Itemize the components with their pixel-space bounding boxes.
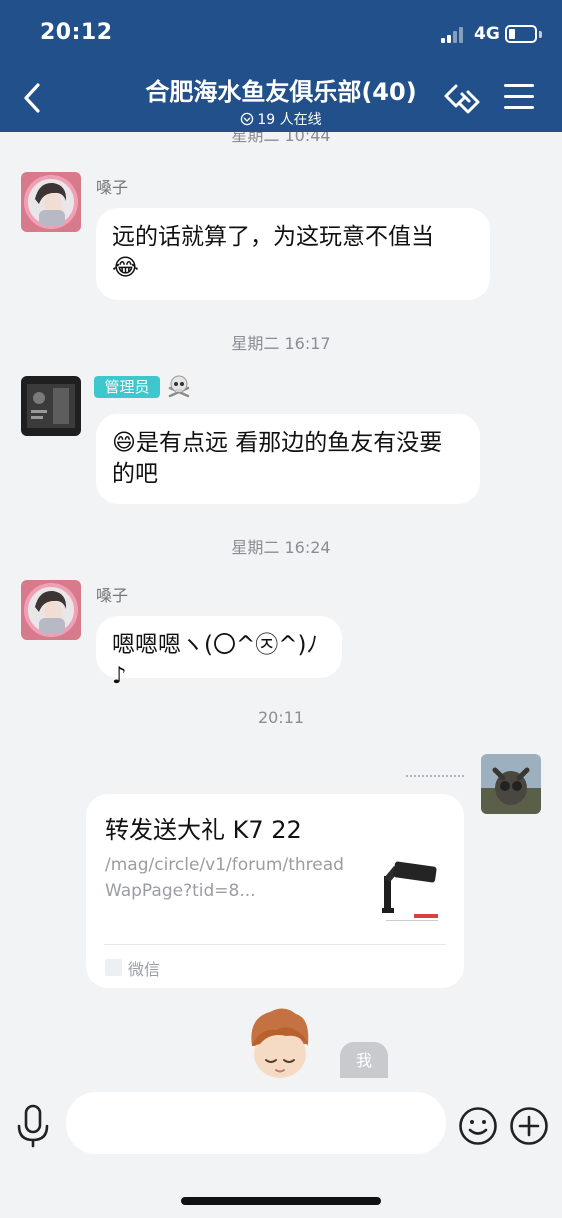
me-tag: 我 xyxy=(340,1042,388,1078)
admin-badge: 管理员 xyxy=(94,376,160,398)
battery-icon xyxy=(505,25,537,43)
message-bubble[interactable]: 嗯嗯嗯ヽ(〇^㉨^)ﾉ♪ xyxy=(96,616,342,689)
card-description: /mag/circle/v1/forum/threadWapPage?tid=8… xyxy=(105,855,344,901)
link-share-icon xyxy=(444,84,480,114)
more-button[interactable] xyxy=(509,1106,549,1146)
timestamp: 星期二 16:17 xyxy=(231,334,331,353)
network-type: 4G xyxy=(474,24,500,44)
cartoon-boy-sticker[interactable] xyxy=(240,1004,320,1078)
menu-button[interactable] xyxy=(504,84,534,112)
online-count: 19 人在线 xyxy=(257,112,322,128)
voice-button[interactable] xyxy=(14,1104,52,1148)
avatar-image xyxy=(481,754,541,814)
laughing-emoji: 😂 xyxy=(112,255,139,281)
timestamp: 星期二 10:44 xyxy=(231,132,331,145)
online-check-icon xyxy=(241,112,254,126)
battery-tip xyxy=(539,31,542,38)
signal-strength-icon xyxy=(441,27,467,43)
link-card[interactable]: 转发送大礼 K7 22 /mag/circle/v1/forum/threadW… xyxy=(86,794,464,988)
avatar-image xyxy=(21,172,81,232)
smiley-icon xyxy=(459,1107,497,1145)
plus-icon xyxy=(510,1107,548,1145)
sender-name: 嗓子 xyxy=(96,586,129,605)
sender-name: 嗓子 xyxy=(96,178,129,197)
avatar[interactable] xyxy=(21,580,81,640)
status-time: 20:12 xyxy=(40,20,113,45)
message-text: 远的话就算了，为这玩意不值当 xyxy=(112,224,434,250)
avatar-image xyxy=(21,376,81,436)
message-text: 是有点远 看那边的鱼友有没要的吧 xyxy=(112,430,443,487)
message-text: 嗯嗯嗯ヽ(〇^㉨^)ﾉ♪ xyxy=(112,632,318,689)
avatar-image xyxy=(21,580,81,640)
avatar[interactable] xyxy=(21,376,81,436)
skull-icon xyxy=(168,375,190,398)
menu-bar xyxy=(504,95,534,98)
chat-title-area[interactable]: 合肥海水鱼友俱乐部(40) 19 人在线 xyxy=(100,72,462,129)
typing-dots xyxy=(406,762,466,777)
chat-title: 合肥海水鱼友俱乐部(40) xyxy=(145,78,417,106)
card-source: 微信 xyxy=(128,960,161,979)
chevron-left-icon xyxy=(24,83,40,113)
my-avatar[interactable] xyxy=(481,754,541,814)
card-thumbnail xyxy=(378,856,444,930)
grinning-emoji: 😄 xyxy=(112,430,136,456)
chat-header: 20:12 4G 合肥海水鱼友俱乐部(40) 19 人在线 xyxy=(0,0,562,132)
home-indicator xyxy=(181,1197,381,1205)
menu-bar xyxy=(504,84,534,87)
microphone-icon xyxy=(17,1104,49,1148)
menu-bar xyxy=(504,106,534,109)
card-title: 转发送大礼 K7 22 xyxy=(105,816,302,844)
message-input[interactable] xyxy=(66,1092,446,1154)
timestamp: 星期二 16:24 xyxy=(231,538,331,557)
message-bubble[interactable]: 远的话就算了，为这玩意不值当 😂 xyxy=(96,208,490,300)
emoji-button[interactable] xyxy=(458,1106,498,1146)
avatar[interactable] xyxy=(21,172,81,232)
wechat-icon xyxy=(105,959,122,976)
online-status: 19 人在线 xyxy=(100,109,462,129)
message-bubble[interactable]: 😄是有点远 看那边的鱼友有没要的吧 xyxy=(96,414,480,504)
card-divider xyxy=(104,944,446,945)
share-link-button[interactable] xyxy=(442,80,482,118)
timestamp: 20:11 xyxy=(257,708,305,727)
chat-messages[interactable]: 星期二 10:44 嗓子 远的话就算了，为这玩意不值当 😂 星期二 16:17 … xyxy=(0,132,562,1078)
back-button[interactable] xyxy=(16,80,52,116)
